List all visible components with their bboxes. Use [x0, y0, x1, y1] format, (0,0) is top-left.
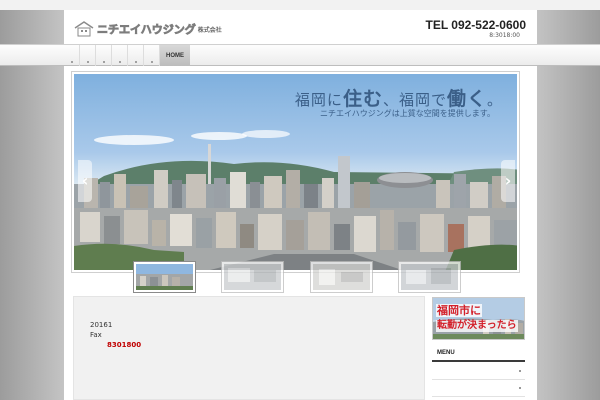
sidebar: 福岡市に 転勤が決まったら MENU	[432, 296, 525, 400]
thumbnail-image	[136, 264, 193, 290]
headline-part: 、福岡で	[382, 91, 447, 109]
slide-subline: ニチエイハウジングは上質な空間を提供します。	[319, 109, 495, 118]
relocation-banner[interactable]: 福岡市に 転勤が決まったら	[432, 297, 525, 340]
slide-thumbnail[interactable]	[399, 262, 460, 292]
slide-thumbnail[interactable]	[222, 262, 283, 292]
slide-headline: 福岡に住む、福岡で働く。	[295, 84, 503, 111]
headline-part: 福岡に	[294, 91, 343, 109]
headline-emphasis: 住む	[342, 88, 383, 110]
headline-emphasis: 働く	[446, 88, 487, 110]
nav-item[interactable]	[112, 45, 128, 66]
slide-thumbnail[interactable]	[134, 262, 195, 292]
nav-item[interactable]	[96, 45, 112, 66]
phone-number[interactable]: TEL 092-522-0600	[425, 18, 526, 32]
nav-item[interactable]	[80, 45, 96, 66]
sidebar-menu-title: MENU	[432, 344, 525, 362]
global-navbar: HOME	[0, 44, 600, 66]
slider-next-button[interactable]: ›	[501, 160, 515, 202]
slide-thumbnail[interactable]	[311, 262, 372, 292]
chevron-left-icon: ‹	[81, 171, 89, 190]
headline-part: 。	[486, 91, 503, 109]
hero-slider: 福岡に住む、福岡で働く。 ニチエイハウジングは上質な空間を提供します。 ‹ ›	[72, 72, 519, 272]
site-logo[interactable]: ニチエイハウジング 株式会社	[74, 19, 222, 39]
thumbnail-image	[401, 264, 458, 290]
site-header: ニチエイハウジング 株式会社 TEL 092-522-0600 8:3018:0…	[64, 10, 537, 44]
slider-prev-button[interactable]: ‹	[78, 160, 92, 202]
top-band	[0, 0, 600, 10]
content-highlight-number: 8301800	[107, 341, 142, 349]
logo-subtext: 株式会社	[197, 26, 222, 34]
banner-subline: 転勤が決まったら	[436, 320, 518, 332]
sidebar-menu-item[interactable]	[432, 381, 525, 397]
main-content: 20161 Fax 8301800	[73, 296, 425, 400]
nav-items: HOME	[64, 45, 537, 66]
thumbnail-image	[224, 264, 281, 290]
slider-thumbnails	[72, 260, 519, 294]
logo-text: ニチエイハウジング	[97, 23, 197, 37]
chevron-right-icon: ›	[504, 171, 512, 190]
nav-item[interactable]	[64, 45, 80, 66]
banner-headline: 福岡市に	[436, 304, 482, 317]
content-date-text: 20161	[90, 321, 113, 329]
house-logo-icon	[74, 21, 94, 37]
nav-item[interactable]	[128, 45, 144, 66]
sidebar-menu-item[interactable]	[432, 364, 525, 380]
nav-home-tab[interactable]: HOME	[160, 45, 190, 66]
nav-item[interactable]	[144, 45, 160, 66]
business-hours: 8:3018:00	[489, 32, 520, 39]
content-fax-label: Fax	[90, 331, 102, 339]
thumbnail-image	[313, 264, 370, 290]
